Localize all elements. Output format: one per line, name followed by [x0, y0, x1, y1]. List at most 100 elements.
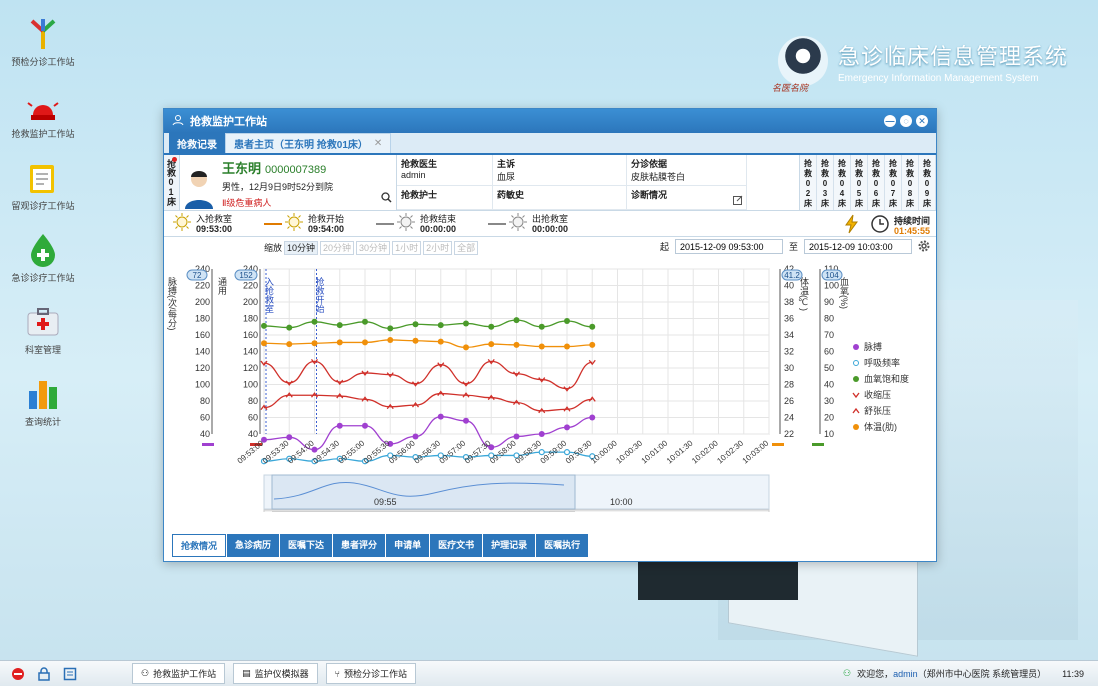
- bed-item[interactable]: 抢救05床: [851, 155, 868, 210]
- clipboard-icon: [23, 158, 63, 198]
- minimize-icon[interactable]: —: [884, 115, 896, 127]
- range-to-input[interactable]: [804, 239, 912, 254]
- desktop-icon-label: 留观诊疗工作站: [11, 201, 75, 211]
- bed-item[interactable]: 抢救09床: [919, 155, 936, 210]
- user-name[interactable]: admin: [893, 669, 918, 679]
- zoom-option[interactable]: 2小时: [423, 240, 453, 255]
- patient-number: 0000007389: [265, 164, 327, 176]
- bed-list: 抢救02床抢救03床抢救04床抢救05床抢救06床抢救07床抢救08床抢救09床: [799, 155, 936, 210]
- field-complaint: 主诉 血尿: [493, 155, 627, 186]
- power-icon[interactable]: [10, 666, 26, 682]
- series-point: [564, 343, 570, 350]
- patient-info: 王东明 0000007389 男性，12月9日9时52分到院 Ⅱ级危重病人: [218, 155, 396, 210]
- x-tick-label: 10:01:30: [665, 438, 695, 465]
- series-point: [589, 323, 596, 330]
- vitals-chart-svg: 40 40 60 60 80 80 100 100 120 120 140 140 160 160 180 1…: [167, 264, 909, 518]
- rescue-monitor-window: 抢救监护工作站 — ◌ ✕ 抢救记录 患者主页（王东明 抢救01床） ✕ 抢救01…: [163, 108, 937, 562]
- duration-value: 01:45:55: [893, 225, 930, 236]
- bottom-tab[interactable]: 医嘱执行: [536, 534, 589, 557]
- desktop-icon-rescue[interactable]: 抢救监护工作站: [8, 86, 78, 140]
- desktop-icon-triage[interactable]: 预检分诊工作站: [8, 14, 78, 68]
- edit-icon[interactable]: [733, 195, 743, 207]
- bottom-tab[interactable]: 医疗文书: [430, 534, 483, 557]
- right2-tick-label: 50: [824, 363, 834, 373]
- drop-cross-icon: [23, 230, 63, 270]
- series-point: [589, 414, 596, 421]
- taskbar-btn-rescue[interactable]: ⚇ 抢救监护工作站: [132, 663, 226, 684]
- bottom-tab[interactable]: 急诊病历: [227, 534, 280, 557]
- window-titlebar[interactable]: 抢救监护工作站 — ◌ ✕: [164, 109, 936, 133]
- bottom-tab[interactable]: 患者评分: [333, 534, 386, 557]
- zoom-option[interactable]: 30分钟: [356, 240, 391, 255]
- window-title: 抢救监护工作站: [190, 116, 267, 128]
- lock-icon[interactable]: [36, 666, 52, 682]
- restore-icon[interactable]: ◌: [900, 115, 912, 127]
- bed-item[interactable]: 抢救02床: [800, 155, 817, 210]
- bed-item[interactable]: 抢救04床: [834, 155, 851, 210]
- zoom-option[interactable]: 1小时: [392, 240, 422, 255]
- zoom-option[interactable]: 全部: [454, 240, 479, 255]
- bottom-tab[interactable]: 抢救情况: [172, 534, 227, 557]
- desktop-icon-department[interactable]: 科室管理: [8, 302, 78, 356]
- settings-icon[interactable]: [918, 240, 930, 254]
- sun-icon: [508, 212, 528, 235]
- zoom-option[interactable]: 20分钟: [320, 240, 355, 255]
- left2-tick-label: 140: [243, 347, 258, 357]
- desktop-icon-observation[interactable]: 留观诊疗工作站: [8, 158, 78, 212]
- desktop-icon[interactable]: [62, 666, 78, 682]
- flow-arrow: [264, 222, 282, 225]
- brand-subtitle: Emergency Information Management System: [837, 72, 1039, 84]
- left-tick-label: 120: [195, 363, 210, 373]
- series-point: [437, 413, 444, 420]
- taskbar-btn-monitor[interactable]: ▤ 监护仪模拟器: [233, 663, 318, 684]
- tab-close-icon[interactable]: ✕: [374, 138, 382, 149]
- navigator-scroll-thumb: [272, 511, 575, 516]
- bed-item[interactable]: 抢救06床: [868, 155, 885, 210]
- bed-item[interactable]: 抢救07床: [885, 155, 902, 210]
- legend-marker: [853, 344, 859, 350]
- taskbar-btn-triage[interactable]: ⑂ 预检分诊工作站: [325, 663, 417, 684]
- desktop-icon-statistics[interactable]: 查询统计: [8, 374, 78, 428]
- bottom-tab[interactable]: 护理记录: [483, 534, 536, 557]
- bottom-tab[interactable]: 医嘱下达: [280, 534, 333, 557]
- series-point: [336, 339, 343, 346]
- series-point: [412, 337, 419, 344]
- bed-item[interactable]: 抢救03床: [817, 155, 834, 210]
- left-tick-label: 40: [200, 429, 210, 439]
- clock: 11:39: [1062, 668, 1084, 679]
- sun-icon: [284, 212, 304, 235]
- current-bed-label: 抢救01床: [164, 155, 180, 210]
- right-tick-label: 30: [784, 363, 794, 373]
- navigator-label: 10:00: [610, 497, 633, 507]
- alert-dot: [172, 157, 177, 162]
- legend-marker: [852, 392, 860, 399]
- zoom-option[interactable]: 10分钟: [284, 240, 319, 255]
- flow-arrow: [488, 222, 506, 225]
- right2-badge-label: 104: [825, 271, 839, 280]
- desktop-icon-label: 抢救监护工作站: [11, 129, 75, 139]
- tab-rescue-record[interactable]: 抢救记录: [169, 133, 225, 153]
- lightning-icon[interactable]: [842, 214, 862, 237]
- bottom-tab[interactable]: 申请单: [386, 534, 430, 557]
- window-tabs: 抢救记录 患者主页（王东明 抢救01床） ✕: [164, 133, 936, 155]
- bar-chart-icon: [23, 374, 63, 414]
- range-to-label: 至: [788, 242, 798, 252]
- series-point: [538, 431, 545, 437]
- search-icon[interactable]: [381, 192, 392, 206]
- tab-patient-home[interactable]: 患者主页（王东明 抢救01床） ✕: [225, 133, 392, 153]
- zoom-label: 缩放: [264, 242, 283, 253]
- x-tick-label: 10:00:30: [614, 438, 644, 465]
- series-point: [538, 343, 545, 350]
- left-badge-label: 72: [193, 271, 202, 280]
- close-icon[interactable]: ✕: [916, 115, 928, 127]
- right-tick-label: 36: [784, 314, 794, 324]
- series-point: [589, 341, 596, 348]
- range-from-input[interactable]: [674, 239, 783, 254]
- right2-tick-label: 60: [824, 347, 834, 357]
- left2-tick-label: 220: [243, 281, 258, 291]
- left-tick-label: 100: [195, 380, 210, 390]
- desktop-icon-emergency[interactable]: 急诊诊疗工作站: [8, 230, 78, 284]
- bed-item[interactable]: 抢救08床: [902, 155, 919, 210]
- right2-tick-label: 10: [824, 429, 834, 439]
- legend-label: 舒张压: [864, 405, 891, 416]
